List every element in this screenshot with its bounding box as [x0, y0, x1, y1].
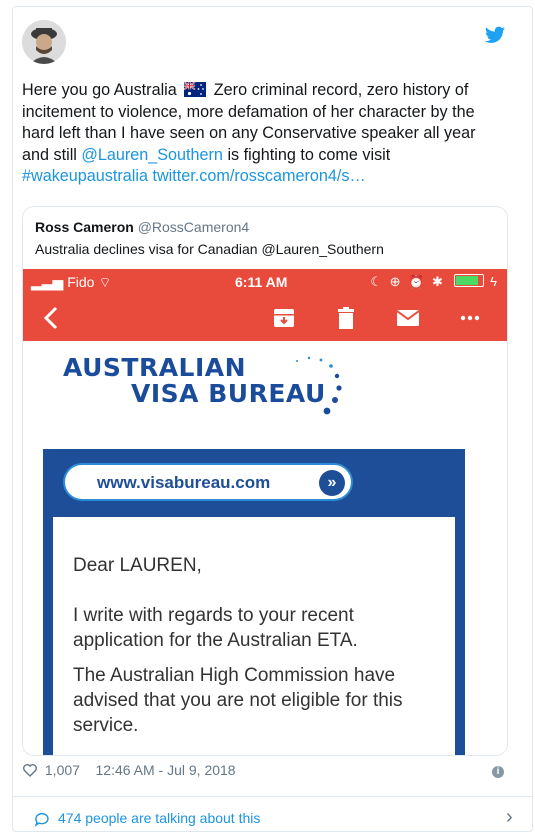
more-icon[interactable] — [457, 305, 483, 331]
url-link[interactable]: twitter.com/rosscameron4/s… — [152, 167, 365, 185]
comment-icon — [34, 812, 49, 827]
email-letter: Dear LAUREN, I write with regards to you… — [53, 517, 455, 755]
bluetooth-icon: ✱ — [431, 274, 445, 289]
wifi-icon: ⌔ — [98, 274, 112, 290]
divider — [12, 796, 533, 797]
moon-icon: ☾ — [370, 274, 384, 289]
back-arrow-icon[interactable] — [39, 305, 65, 331]
chevron-right-icon[interactable]: › — [506, 806, 513, 829]
quoted-screenshot: ▂▃▅ Fido ⌔ 6:11 AM ☾ ⊕ ⏰ ✱ ϟ AUSTRALIAN … — [23, 269, 507, 755]
phone-time: 6:11 AM — [235, 274, 288, 290]
phone-status-bar: ▂▃▅ Fido ⌔ 6:11 AM ☾ ⊕ ⏰ ✱ ϟ — [23, 269, 507, 295]
quoted-author-handle: @RossCameron4 — [137, 219, 250, 235]
letter-greeting: Dear LAUREN, — [73, 555, 202, 576]
info-icon[interactable]: i — [492, 766, 504, 778]
charging-icon: ϟ — [490, 274, 499, 289]
status-icons: ☾ ⊕ ⏰ ✱ ϟ — [370, 274, 499, 290]
quoted-text: Australia declines visa for Canadian @La… — [35, 241, 384, 257]
tweet-text: Here you go Australia Zero criminal reco… — [22, 80, 507, 188]
tweet-text-tail: is fighting to come visit — [227, 145, 391, 164]
alarm-icon: ⏰ — [408, 274, 427, 289]
logo-dots-icon — [296, 356, 342, 415]
trash-icon[interactable] — [333, 305, 359, 331]
signal-icon: ▂▃▅ — [31, 274, 64, 290]
double-chevron-icon: » — [319, 470, 345, 496]
lock-rotation-icon: ⊕ — [389, 274, 403, 289]
tweet-meta: 1,007 12:46 AM - Jul 9, 2018 — [22, 762, 236, 778]
letter-paragraph-2: The Australian High Commission have advi… — [73, 665, 403, 736]
visabureau-url-pill[interactable]: www.visabureau.com » — [63, 463, 353, 501]
tweet-timestamp[interactable]: 12:46 AM - Jul 9, 2018 — [96, 762, 236, 778]
australia-flag-icon — [184, 82, 207, 97]
talking-count: 474 people are talking about this — [58, 810, 261, 826]
mention-link[interactable]: @Lauren_Southern — [81, 146, 223, 164]
carrier-label: ▂▃▅ Fido ⌔ — [31, 274, 112, 292]
mail-icon[interactable] — [395, 305, 421, 331]
avatar[interactable] — [22, 20, 66, 64]
letter-paragraph-1: I write with regards to your recent appl… — [73, 605, 358, 651]
quoted-author: Ross Cameron @RossCameron4 — [35, 219, 249, 235]
email-body-frame: www.visabureau.com » Dear LAUREN, I writ… — [43, 449, 465, 755]
quoted-author-name: Ross Cameron — [35, 219, 134, 235]
like-count[interactable]: 1,007 — [45, 762, 80, 778]
mail-toolbar — [23, 295, 507, 341]
hashtag-link[interactable]: #wakeupaustralia — [22, 167, 148, 185]
quoted-tweet[interactable]: Ross Cameron @RossCameron4 Australia dec… — [22, 206, 508, 756]
conversation-link[interactable]: 474 people are talking about this — [34, 810, 261, 827]
battery-icon — [454, 274, 485, 287]
twitter-bird-icon[interactable] — [485, 26, 505, 44]
archive-icon[interactable] — [271, 305, 297, 331]
carrier-name: Fido — [67, 274, 95, 290]
heart-icon[interactable] — [22, 762, 38, 778]
visabureau-url: www.visabureau.com — [97, 473, 271, 492]
tweet-text-intro: Here you go Australia — [22, 81, 177, 99]
